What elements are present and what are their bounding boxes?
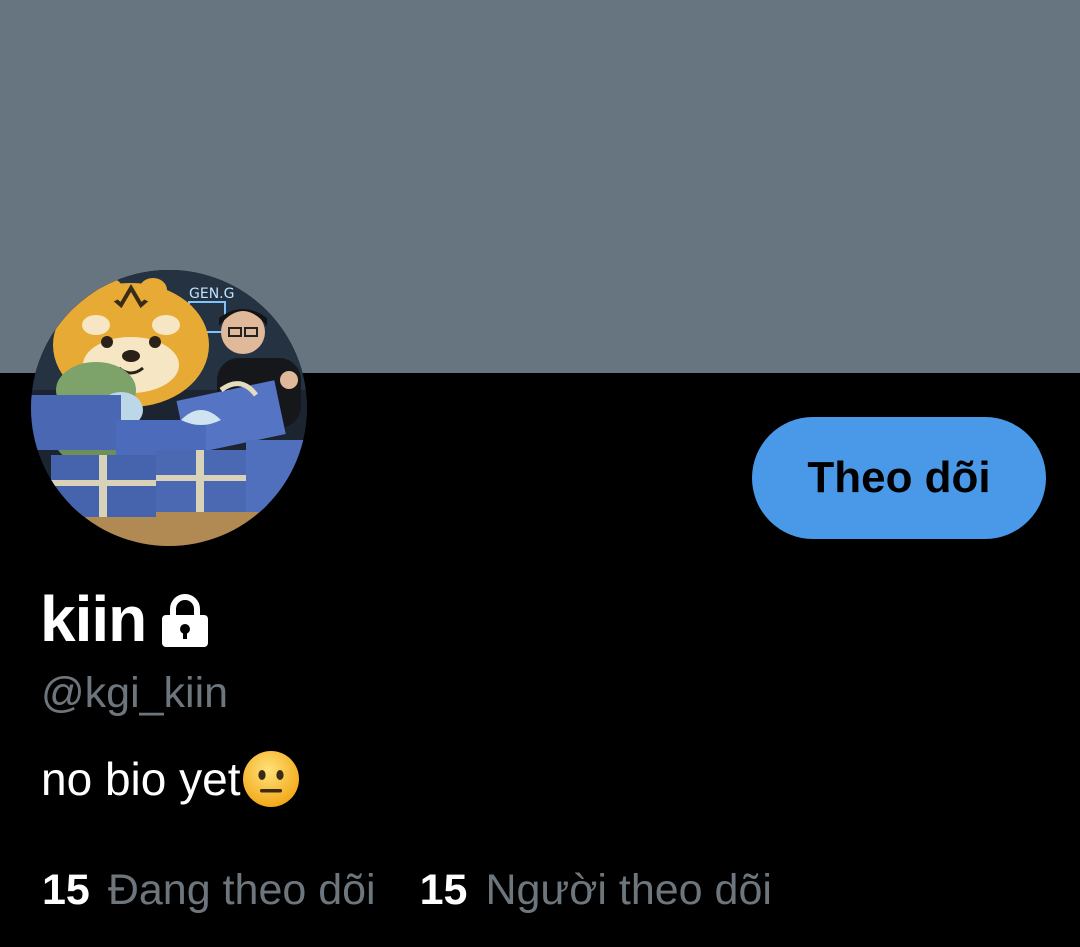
followers-stat[interactable]: 15 Người theo dõi [420,862,772,918]
avatar[interactable]: GEN.G [31,270,307,546]
following-label: Đang theo dõi [107,866,376,914]
display-name: kiin [40,583,147,655]
avatar-neon-sign: GEN.G [189,286,234,302]
profile-handle: @kgi_kiin [41,669,229,717]
avatar-photo: GEN.G [31,270,307,546]
profile-bio: no bio yet [41,748,300,810]
following-stat[interactable]: 15 Đang theo dõi [42,862,376,918]
profile-name-row: kiin [40,584,212,654]
neutral-face-emoji-icon [242,750,300,808]
follow-button[interactable]: Theo dõi [752,417,1046,539]
bio-text: no bio yet [41,753,241,805]
profile-page: GEN.G Theo dõi kiin @kgi_kiin no bio yet… [0,0,1080,947]
lock-icon [158,593,212,649]
followers-label: Người theo dõi [485,866,772,914]
profile-stats: 15 Đang theo dõi 15 Người theo dõi [42,862,772,918]
following-count: 15 [42,866,90,914]
followers-count: 15 [419,866,468,914]
